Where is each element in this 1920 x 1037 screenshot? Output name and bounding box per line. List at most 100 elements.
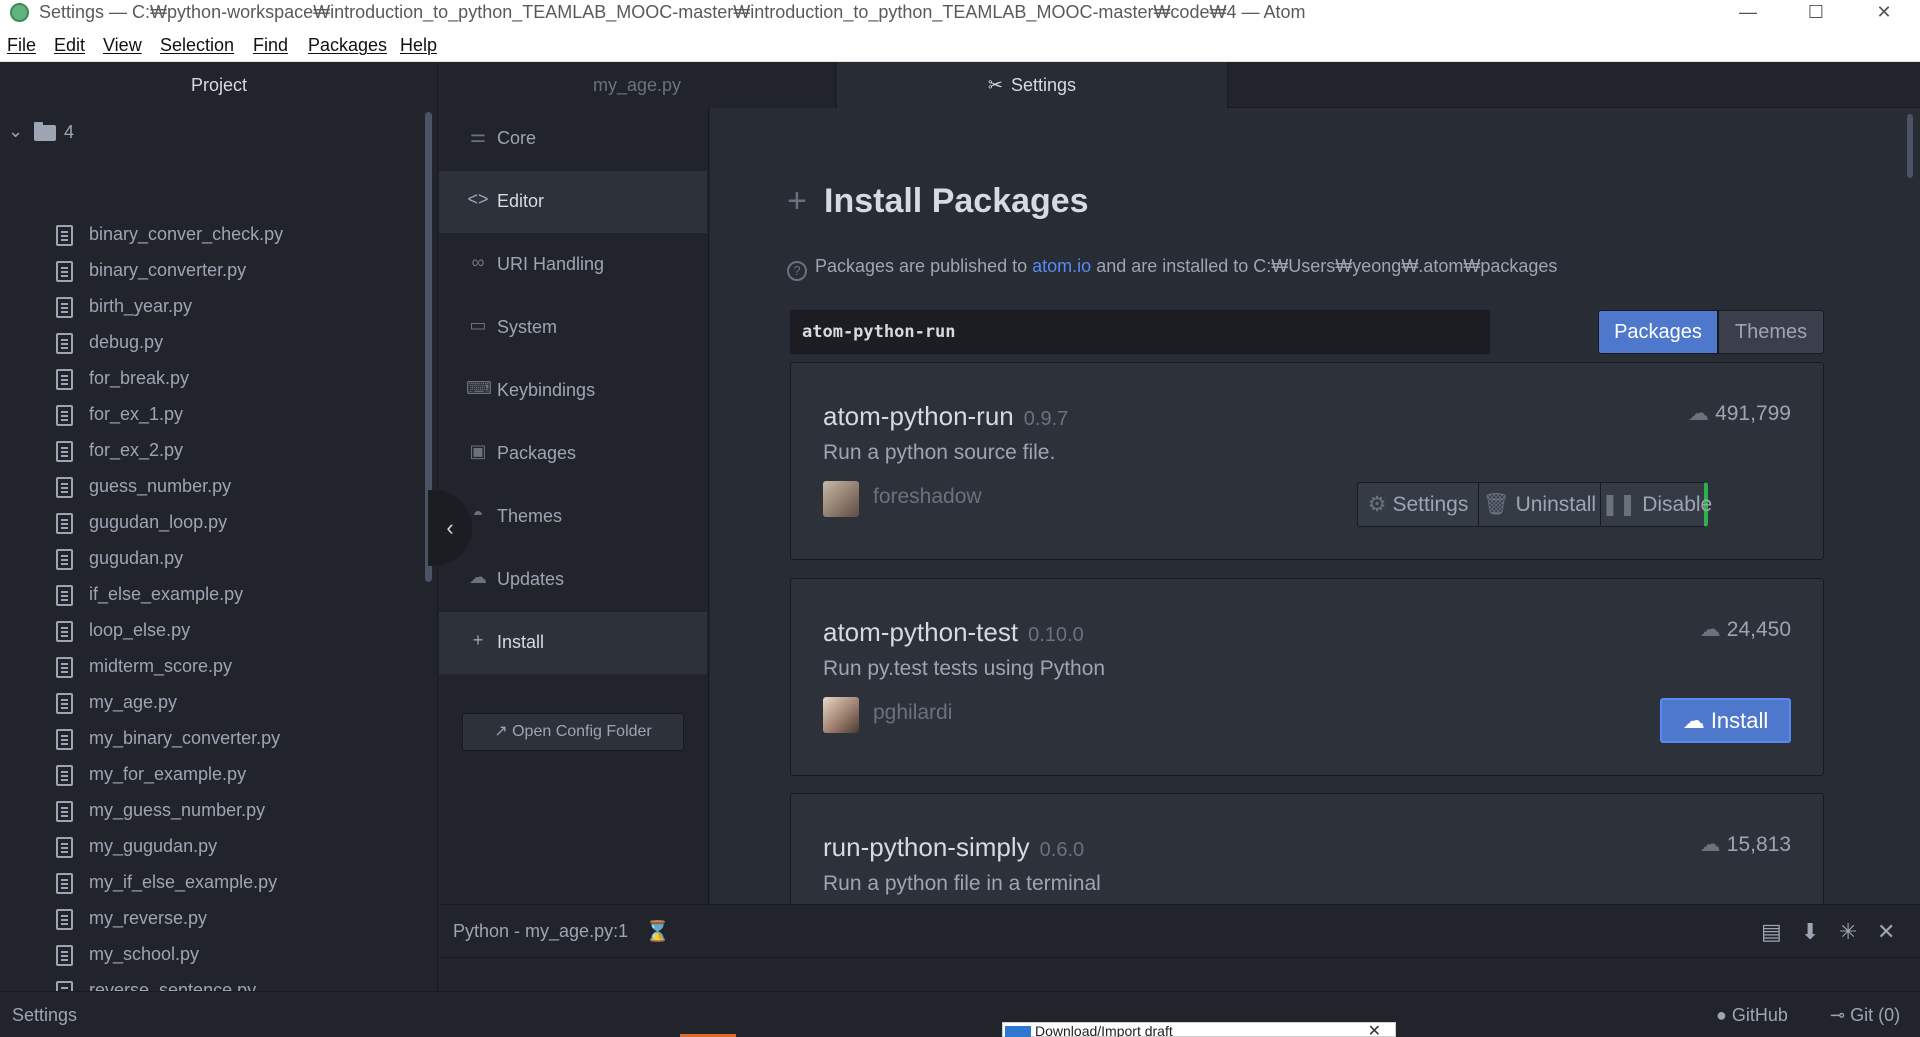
menu-selection[interactable]: Selection <box>160 35 234 56</box>
package-name[interactable]: run-python-simply 0.6.0 <box>823 832 1084 863</box>
package-card: atom-python-run 0.9.7 Run a python source… <box>790 362 1824 560</box>
file-text-icon <box>56 621 73 642</box>
close-panel-icon[interactable]: ✕ <box>1877 919 1895 945</box>
package-version: 0.6.0 <box>1039 839 1085 861</box>
tab-my-age[interactable]: my_age.py <box>439 62 836 108</box>
package-name[interactable]: atom-python-test 0.10.0 <box>823 617 1084 648</box>
menu-packages[interactable]: Packages <box>308 35 387 56</box>
file-item[interactable]: reverse_sentence.py <box>56 976 416 991</box>
package-author[interactable]: foreshadow <box>873 485 982 509</box>
file-item[interactable]: for_ex_1.py <box>56 400 416 434</box>
file-item[interactable]: my_binary_converter.py <box>56 724 416 758</box>
file-item[interactable]: loop_else.py <box>56 616 416 650</box>
avatar[interactable] <box>823 481 859 517</box>
notification-popup[interactable]: Download/Import draft ✕ <box>1002 1022 1396 1037</box>
nav-label: Updates <box>497 569 565 589</box>
file-item[interactable]: for_ex_2.py <box>56 436 416 470</box>
github-button[interactable]: ● GitHub <box>1716 1005 1788 1026</box>
package-author[interactable]: pghilardi <box>873 701 952 725</box>
nav-label: Themes <box>497 506 563 526</box>
maximize-button[interactable]: ☐ <box>1788 0 1844 26</box>
file-name: for_ex_1.py <box>89 404 184 424</box>
menu-find[interactable]: Find <box>253 35 288 56</box>
file-item[interactable]: my_gugudan.py <box>56 832 416 866</box>
file-item[interactable]: binary_converter.py <box>56 256 416 290</box>
settings-nav-system[interactable]: ▭ System <box>439 297 707 359</box>
package-card: run-python-simply 0.6.0 Run a python file… <box>790 793 1824 904</box>
settings-nav-core[interactable]: ⚌ Core <box>439 108 707 170</box>
settings-nav-uri-handling[interactable]: ∞ URI Handling <box>439 234 707 296</box>
file-item[interactable]: for_break.py <box>56 364 416 398</box>
atom-io-link[interactable]: atom.io <box>1032 256 1091 276</box>
file-name: if_else_example.py <box>89 584 244 604</box>
tab-settings[interactable]: ✂ Settings <box>837 62 1228 108</box>
git-button[interactable]: ⊸ Git (0) <box>1830 1005 1900 1026</box>
settings-nav-updates[interactable]: ☁ Updates <box>439 549 707 611</box>
nav-label: Packages <box>497 443 577 463</box>
file-item[interactable]: debug.py <box>56 328 416 362</box>
hourglass-icon: ⌛ <box>645 921 670 943</box>
menu-file[interactable]: File <box>7 35 36 56</box>
file-name: guess_number.py <box>89 476 232 496</box>
keyboard-icon: ⌨ <box>466 378 492 398</box>
settings-nav-install[interactable]: + Install <box>439 612 707 674</box>
file-item[interactable]: gugudan.py <box>56 544 416 578</box>
settings-nav-packages[interactable]: ▣ Packages <box>439 423 707 485</box>
file-text-icon <box>56 765 73 786</box>
package-description: Run a python file in a terminal <box>823 872 1101 895</box>
file-name: loop_else.py <box>89 620 191 640</box>
file-item[interactable]: my_guess_number.py <box>56 796 416 830</box>
button-label: Uninstall <box>1515 493 1597 516</box>
pause-icon: ❚❚ <box>1601 493 1637 516</box>
plus-icon: + <box>787 182 807 220</box>
file-item[interactable]: my_reverse.py <box>56 904 416 938</box>
project-tree-view: Project ⌄ 4 binary_conver_check.py binary… <box>0 62 438 991</box>
avatar[interactable] <box>823 697 859 733</box>
status-bar: Settings ● GitHub ⊸ Git (0) <box>0 991 1920 1037</box>
file-name: my_gugudan.py <box>89 836 218 856</box>
settings-nav-editor[interactable]: <> Editor <box>439 171 707 233</box>
file-item[interactable]: binary_conver_check.py <box>56 220 416 254</box>
menu-edit[interactable]: Edit <box>54 35 85 56</box>
package-name[interactable]: atom-python-run 0.9.7 <box>823 401 1068 432</box>
file-item[interactable]: if_else_example.py <box>56 580 416 614</box>
download-icon[interactable]: ⬇ <box>1801 919 1819 945</box>
file-name: gugudan.py <box>89 548 184 568</box>
uninstall-button[interactable]: 🗑 Uninstall <box>1478 482 1601 527</box>
minimize-button[interactable]: — <box>1720 0 1776 26</box>
question-icon: ? <box>787 261 807 281</box>
close-icon[interactable]: ✕ <box>1368 1021 1381 1037</box>
disable-button[interactable]: ❚❚ Disable <box>1600 482 1712 527</box>
settings-nav-keybindings[interactable]: ⌨ Keybindings <box>439 360 707 422</box>
file-text-icon <box>56 837 73 858</box>
external-link-icon: ↗ <box>494 723 508 740</box>
file-item[interactable]: midterm_score.py <box>56 652 416 686</box>
file-item[interactable]: my_for_example.py <box>56 760 416 794</box>
pin-icon[interactable]: ✳ <box>1839 919 1857 945</box>
tab-label: my_age.py <box>592 75 682 95</box>
file-icon[interactable]: ▤ <box>1761 919 1782 945</box>
themes-toggle-button[interactable]: Themes <box>1718 310 1824 354</box>
package-search-input[interactable] <box>790 310 1490 354</box>
packages-toggle-button[interactable]: Packages <box>1598 310 1718 354</box>
close-window-button[interactable]: ✕ <box>1856 0 1912 26</box>
menu-help[interactable]: Help <box>400 35 437 56</box>
file-item[interactable]: birth_year.py <box>56 292 416 326</box>
file-item[interactable]: my_if_else_example.py <box>56 868 416 902</box>
file-item[interactable]: guess_number.py <box>56 472 416 506</box>
file-text-icon <box>56 657 73 678</box>
settings-nav-themes[interactable]: ◓ Themes <box>439 486 707 548</box>
button-label: Settings <box>1392 493 1469 516</box>
file-item[interactable]: gugudan_loop.py <box>56 508 416 542</box>
file-item[interactable]: my_school.py <box>56 940 416 974</box>
open-config-folder-button[interactable]: ↗ Open Config Folder <box>462 713 684 751</box>
menu-view[interactable]: View <box>103 35 142 56</box>
status-current-item[interactable]: Settings <box>12 1005 77 1026</box>
settings-scrollbar[interactable] <box>1907 114 1913 178</box>
nav-label: System <box>497 317 558 337</box>
package-settings-button[interactable]: ⚙ Settings <box>1357 482 1479 527</box>
install-button[interactable]: ☁ Install <box>1660 698 1791 743</box>
file-item[interactable]: my_age.py <box>56 688 416 722</box>
nav-label: URI Handling <box>497 254 605 274</box>
nav-label: Keybindings <box>497 380 596 400</box>
